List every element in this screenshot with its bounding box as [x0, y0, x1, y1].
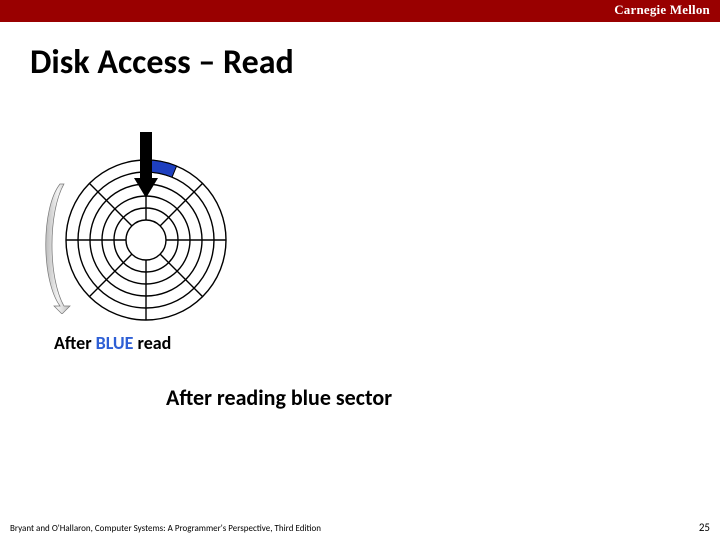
read-head-arm-icon — [126, 132, 166, 200]
disk-figure — [34, 156, 234, 326]
slide: Carnegie Mellon Disk Access – Read — [0, 0, 720, 540]
page-number: 25 — [699, 521, 710, 534]
caption-suffix: read — [133, 332, 171, 354]
figure-caption: After BLUE read — [54, 332, 171, 354]
sub-caption: After reading blue sector — [166, 384, 392, 411]
slide-title: Disk Access – Read — [30, 42, 294, 83]
footer-text: Bryant and O'Hallaron, Computer Systems:… — [10, 523, 321, 534]
header-bar: Carnegie Mellon — [0, 0, 720, 22]
brand-label: Carnegie Mellon — [614, 2, 710, 18]
caption-prefix: After — [54, 332, 96, 354]
caption-blue-word: BLUE — [96, 332, 134, 354]
